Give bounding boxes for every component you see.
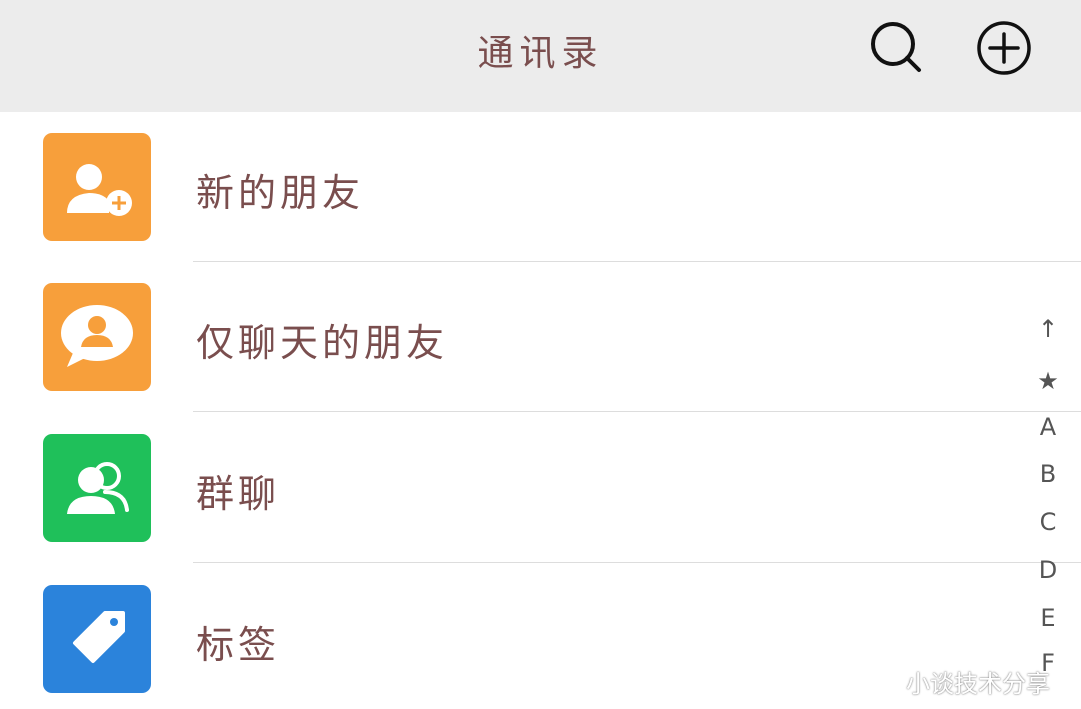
index-item-d[interactable]: D xyxy=(1028,555,1068,585)
index-item-b[interactable]: B xyxy=(1028,459,1068,489)
add-button[interactable] xyxy=(974,18,1032,76)
search-icon xyxy=(871,22,921,72)
row-group-chats[interactable]: 群聊 xyxy=(0,413,1081,563)
search-button[interactable] xyxy=(867,18,925,76)
index-item-e[interactable]: E xyxy=(1028,603,1068,633)
index-item-star[interactable]: ★ xyxy=(1028,366,1068,396)
row-new-friends[interactable]: 新的朋友 xyxy=(0,112,1081,262)
top-bar: 通讯录 xyxy=(0,0,1081,112)
divider xyxy=(193,411,1081,412)
row-label: 群聊 xyxy=(196,472,281,516)
row-label: 仅聊天的朋友 xyxy=(196,321,449,365)
index-item-a[interactable]: A xyxy=(1028,412,1068,442)
row-label: 新的朋友 xyxy=(196,171,365,215)
row-label: 标签 xyxy=(196,623,281,667)
add-friend-icon xyxy=(43,133,151,241)
index-item-c[interactable]: C xyxy=(1028,507,1068,537)
contacts-screen: 通讯录 新的朋友 仅聊天的朋友 群聊 标签 ↑ ★ A B C D E F 小谈… xyxy=(0,0,1081,709)
watermark: 小谈技术分享 xyxy=(906,670,1050,698)
row-chat-only-friends[interactable]: 仅聊天的朋友 xyxy=(0,262,1081,412)
index-item-top[interactable]: ↑ xyxy=(1028,314,1068,344)
chat-only-friend-icon xyxy=(43,283,151,391)
group-chat-icon xyxy=(43,434,151,542)
add-circle-icon xyxy=(977,21,1031,75)
tag-icon xyxy=(43,585,151,693)
divider xyxy=(193,562,1081,563)
